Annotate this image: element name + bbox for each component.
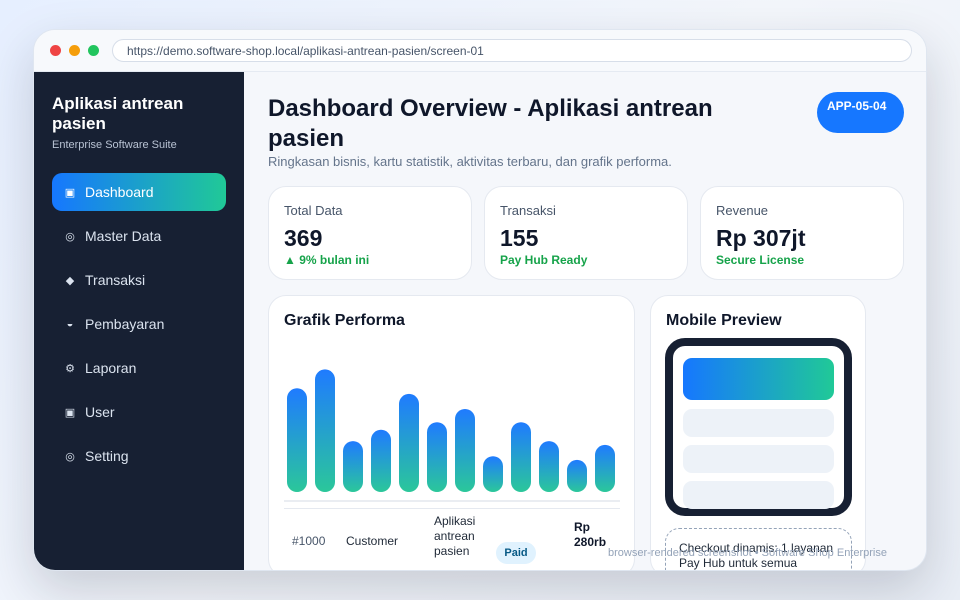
master-data-icon: ◎: [65, 230, 75, 243]
mobile-placeholder-row: [683, 481, 834, 509]
brand-title: Aplikasi antrean pasien: [52, 94, 184, 133]
sidebar-item-setting[interactable]: ◎ Setting: [52, 437, 226, 475]
stat-value: Rp 307jt: [716, 225, 806, 251]
sidebar-item-user[interactable]: ▣ User: [52, 393, 226, 431]
stat-value: 369: [284, 225, 323, 251]
order-id: #1000: [292, 534, 326, 548]
stat-note: Pay Hub Ready: [500, 253, 588, 267]
page-title: Dashboard Overview - Aplikasi antrean pa…: [268, 95, 713, 152]
footer-caption: browser-rendered screenshot • Software S…: [608, 547, 887, 559]
phone-mockup: [665, 338, 852, 516]
chart-bar: [427, 422, 447, 492]
chart-bar: [455, 409, 475, 492]
chart-bar: [399, 393, 419, 492]
stat-card-total-data: Total Data 369 ▲ 9% bulan ini: [268, 186, 472, 280]
stat-value: 155: [500, 225, 539, 251]
laporan-icon: ⚙: [65, 362, 75, 375]
stat-note: Secure License: [716, 253, 805, 267]
chart-bar: [595, 444, 615, 492]
chart-bar: [287, 388, 307, 492]
chart-panel: Grafik Performa #1000 Customer Aplikasi …: [268, 295, 635, 570]
status-badge: Paid: [496, 542, 536, 564]
sidebar: Aplikasi antrean pasien Enterprise Softw…: [34, 72, 244, 570]
mobile-placeholder-row: [683, 445, 834, 473]
product-name: Aplikasi antrean pasien: [434, 514, 476, 558]
mobile-preview-title: Mobile Preview: [666, 312, 782, 329]
chart-title: Grafik Performa: [284, 312, 405, 329]
user-icon: ▣: [64, 406, 76, 419]
sidebar-item-transaksi[interactable]: ◆ Transaksi: [52, 261, 226, 299]
sidebar-item-label: User: [85, 404, 115, 420]
sidebar-item-label: Transaksi: [85, 272, 146, 288]
chart-bar: [511, 422, 531, 492]
stat-label: Transaksi: [500, 203, 556, 218]
sidebar-item-pembayaran[interactable]: ◒ Pembayaran: [52, 305, 226, 343]
dashboard-icon: ▣: [64, 186, 76, 199]
mobile-hero-bar: [683, 358, 834, 400]
stat-card-transaksi: Transaksi 155 Pay Hub Ready: [484, 186, 688, 280]
transaksi-icon: ◆: [65, 274, 75, 287]
brand-subtitle: Enterprise Software Suite: [52, 139, 177, 151]
browser-window: https://demo.software-shop.local/aplikas…: [33, 29, 927, 571]
chart-bar: [567, 459, 587, 492]
address-bar[interactable]: https://demo.software-shop.local/aplikas…: [112, 39, 912, 62]
chart-bar: [315, 369, 335, 492]
customer-name: Customer: [346, 534, 399, 548]
sidebar-item-label: Laporan: [85, 360, 137, 376]
maximize-window-dot[interactable]: [88, 45, 99, 56]
sidebar-item-laporan[interactable]: ⚙ Laporan: [52, 349, 226, 387]
page-subtitle: Ringkasan bisnis, kartu statistik, aktiv…: [268, 154, 672, 169]
sidebar-item-dashboard[interactable]: ▣ Dashboard: [52, 173, 226, 211]
mobile-preview-panel: Mobile Preview Checkout dinamis: 1 layan…: [650, 295, 866, 570]
stat-card-revenue: Revenue Rp 307jt Secure License: [700, 186, 904, 280]
minimize-window-dot[interactable]: [69, 45, 80, 56]
pembayaran-icon: ◒: [66, 318, 74, 330]
amount: Rp 280rb: [574, 520, 607, 549]
performance-bar-chart: [284, 369, 620, 502]
chart-bar: [371, 429, 391, 492]
main-content: Dashboard Overview - Aplikasi antrean pa…: [244, 72, 926, 570]
sidebar-item-label: Setting: [85, 448, 129, 464]
stat-label: Total Data: [284, 203, 343, 218]
close-window-dot[interactable]: [50, 45, 61, 56]
app-id-badge: APP-05-04: [817, 92, 904, 133]
stat-label: Revenue: [716, 203, 769, 218]
chart-bar: [539, 441, 559, 492]
sidebar-item-label: Dashboard: [85, 184, 154, 200]
sidebar-item-label: Pembayaran: [85, 316, 165, 332]
chart-bar: [483, 456, 503, 492]
setting-icon: ◎: [65, 450, 75, 463]
sidebar-item-master-data[interactable]: ◎ Master Data: [52, 217, 226, 255]
sidebar-item-label: Master Data: [85, 228, 162, 244]
sidebar-nav: ▣ Dashboard ◎ Master Data ◆ Transaksi ◒ Pemb…: [52, 173, 226, 481]
stat-trend: ▲ 9% bulan ini: [284, 253, 370, 267]
browser-titlebar: https://demo.software-shop.local/aplikas…: [34, 30, 926, 72]
table-row[interactable]: #1000 Customer Aplikasi antrean pasien P…: [284, 508, 620, 570]
mobile-placeholder-row: [683, 409, 834, 437]
chart-bar: [343, 441, 363, 492]
